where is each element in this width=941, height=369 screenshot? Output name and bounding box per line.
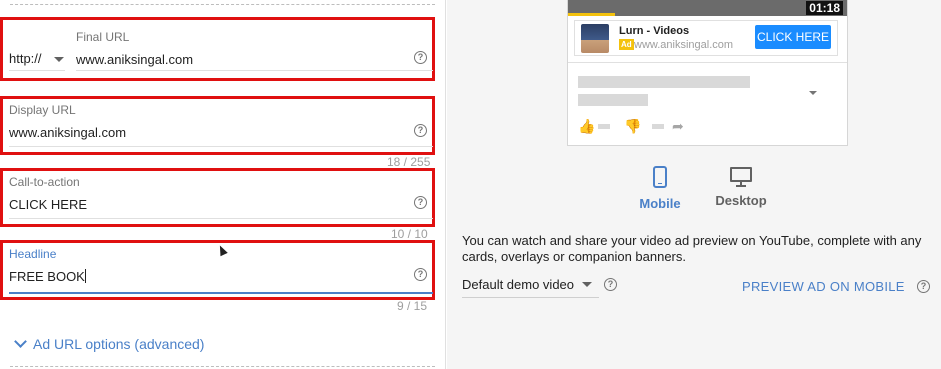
video-thumbnail[interactable]: 01:18	[568, 0, 847, 16]
companion-ad-card[interactable]: Lurn - Videos Ad www.aniksingal.com CLIC…	[574, 20, 838, 56]
monitor-icon	[730, 167, 752, 182]
call-to-action-input[interactable]: CLICK HERE	[9, 197, 87, 212]
placeholder-like-count	[598, 124, 610, 129]
display-url-underline	[9, 146, 433, 147]
final-url-label: Final URL	[76, 30, 130, 44]
tab-mobile[interactable]: Mobile	[637, 166, 683, 211]
tab-desktop[interactable]: Desktop	[713, 166, 769, 208]
call-to-action-underline	[9, 218, 433, 219]
protocol-underline	[9, 70, 65, 71]
bottom-divider	[10, 366, 435, 367]
display-url-field: Display URL www.aniksingal.com ?	[0, 96, 435, 155]
final-url-input[interactable]: www.aniksingal.com	[76, 52, 193, 67]
chevron-down-icon[interactable]	[54, 57, 64, 62]
ad-preview-panel: 01:18 Lurn - Videos Ad www.aniksingal.co…	[447, 0, 941, 369]
chevron-down-icon	[14, 335, 27, 348]
ad-badge: Ad	[619, 39, 634, 50]
ad-form-panel: Final URL http:// www.aniksingal.com ? D…	[0, 0, 446, 369]
placeholder-title-line	[578, 76, 750, 88]
headline-value: FREE BOOK	[9, 269, 85, 284]
demo-video-select[interactable]: Default demo video	[462, 277, 574, 292]
smartphone-icon	[653, 166, 667, 188]
headline-focus-underline	[9, 292, 433, 294]
video-duration: 01:18	[806, 1, 843, 15]
call-to-action-field: Call-to-action CLICK HERE ?	[0, 168, 435, 227]
tab-desktop-label: Desktop	[715, 193, 767, 208]
display-url-label: Display URL	[9, 103, 76, 117]
help-icon[interactable]: ?	[414, 124, 427, 137]
headline-input[interactable]: FREE BOOK	[9, 269, 86, 284]
share-icon: ➦	[672, 118, 684, 134]
ad-card-url: www.aniksingal.com	[634, 39, 734, 51]
protocol-select[interactable]: http://	[9, 51, 42, 66]
ad-card-title: Lurn - Videos	[619, 25, 690, 37]
chevron-down-icon	[809, 91, 817, 95]
demo-select-underline	[462, 297, 599, 298]
ad-editor-root: Final URL http:// www.aniksingal.com ? D…	[0, 0, 941, 369]
card-divider	[568, 62, 847, 63]
placeholder-subtitle-line	[578, 94, 648, 106]
display-url-input[interactable]: www.aniksingal.com	[9, 125, 126, 140]
help-icon[interactable]: ?	[414, 196, 427, 209]
ad-url-options-label: Ad URL options (advanced)	[33, 336, 205, 352]
thumbs-down-icon: 👎	[624, 118, 642, 134]
final-url-field: Final URL http:// www.aniksingal.com ?	[0, 17, 435, 81]
channel-avatar	[581, 24, 609, 53]
ad-url-options-toggle[interactable]: Ad URL options (advanced)	[14, 335, 205, 352]
tab-mobile-label: Mobile	[639, 196, 681, 211]
text-cursor	[84, 269, 86, 283]
final-url-underline	[76, 70, 433, 71]
call-to-action-label: Call-to-action	[9, 175, 80, 189]
help-icon[interactable]: ?	[414, 51, 427, 64]
ad-progress-bar	[568, 13, 615, 16]
placeholder-dislike-count	[652, 124, 664, 129]
preview-info-text: You can watch and share your video ad pr…	[462, 233, 922, 264]
thumbs-up-icon: 👍	[578, 118, 596, 134]
mobile-preview-frame: 01:18 Lurn - Videos Ad www.aniksingal.co…	[567, 0, 848, 146]
help-icon[interactable]: ?	[414, 268, 427, 281]
call-to-action-counter: 10 / 10	[391, 227, 428, 241]
help-icon[interactable]: ?	[604, 278, 617, 291]
headline-label: Headline	[9, 247, 57, 261]
display-url-counter: 18 / 255	[387, 155, 431, 169]
help-icon[interactable]: ?	[917, 280, 930, 293]
headline-counter: 9 / 15	[397, 299, 428, 313]
monitor-stand	[736, 182, 746, 187]
preview-ad-on-mobile-link[interactable]: PREVIEW AD ON MOBILE	[742, 279, 905, 294]
ad-card-cta-button[interactable]: CLICK HERE	[755, 25, 831, 49]
top-divider	[10, 4, 435, 5]
chevron-down-icon[interactable]	[582, 282, 592, 287]
